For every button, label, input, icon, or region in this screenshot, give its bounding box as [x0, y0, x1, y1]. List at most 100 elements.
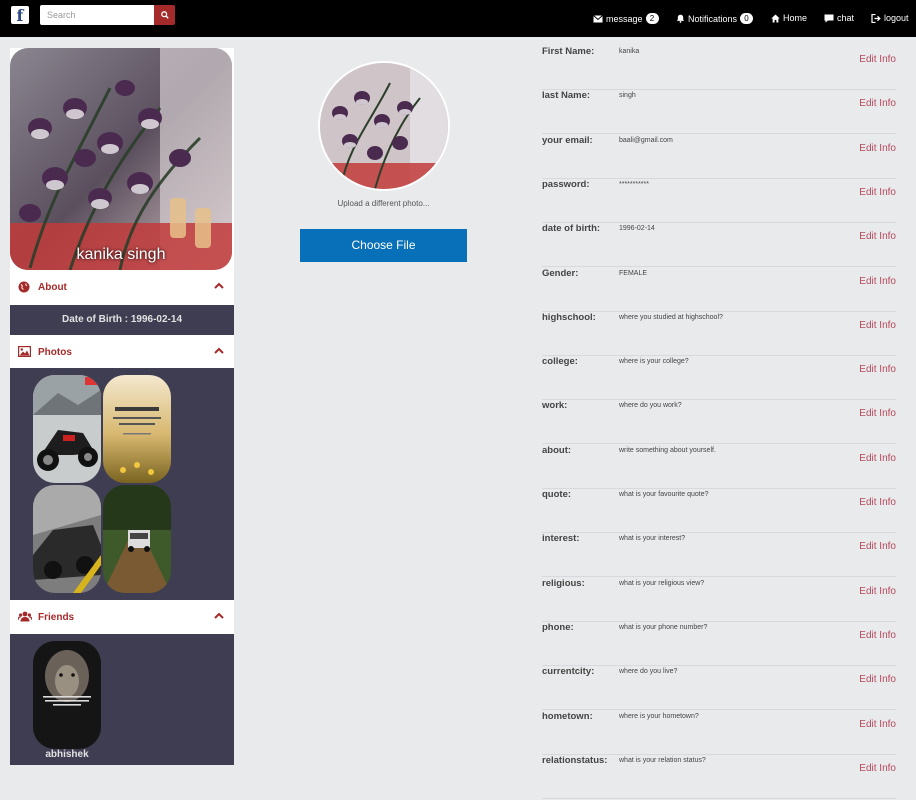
nav-logout[interactable]: logout [871, 13, 909, 23]
users-icon [18, 611, 32, 622]
edit-info-link[interactable]: Edit Info [859, 143, 896, 154]
photo-thumb-car-bw[interactable] [33, 485, 101, 593]
message-count-badge: 2 [645, 13, 659, 24]
info-value: where you studied at highschool? [619, 313, 723, 321]
friends-section-header[interactable]: Friends [10, 600, 234, 636]
nav-messages-label: message [606, 13, 643, 24]
info-label: phone: [542, 621, 574, 633]
edit-info-link[interactable]: Edit Info [859, 763, 896, 774]
info-value: FEMALE [619, 269, 648, 277]
info-label: college: [542, 356, 578, 368]
image-icon [18, 346, 31, 357]
info-row: phone: what is your phone number? Edit Inf… [542, 622, 896, 666]
edit-info-link[interactable]: Edit Info [859, 98, 896, 109]
info-row: Gender: FEMALE Edit Info [542, 268, 896, 312]
edit-info-link[interactable]: Edit Info [859, 231, 896, 242]
choose-file-button[interactable]: Choose File [300, 229, 467, 262]
comment-icon [824, 14, 834, 22]
notification-count-badge: 0 [740, 13, 754, 24]
photos-section-header[interactable]: Photos [10, 335, 234, 371]
nav-home[interactable]: Home [771, 13, 807, 23]
info-label: your email: [542, 134, 593, 146]
search-form [40, 5, 175, 25]
info-label: First Name: [542, 46, 595, 57]
logo[interactable]: f [11, 6, 29, 25]
info-value: 1996-02-14 [619, 225, 655, 233]
friend-avatar[interactable] [33, 641, 101, 749]
search-input[interactable] [40, 5, 154, 25]
friends-panel: abhishek [10, 634, 234, 765]
info-label: currentcity: [542, 666, 595, 678]
upload-photo-label: Upload a different photo... [337, 199, 430, 208]
info-value: what is your religious view? [619, 579, 705, 587]
info-label: password: [542, 178, 590, 190]
edit-info-link[interactable]: Edit Info [859, 187, 896, 198]
info-label: about: [542, 444, 572, 456]
info-value: baali@gmail.com [619, 136, 673, 144]
info-label: religious: [542, 577, 585, 589]
photo-thumb-quote[interactable] [103, 375, 171, 483]
info-value: what is your favourite quote? [619, 491, 709, 498]
search-button[interactable] [154, 5, 175, 25]
info-row: password: *********** Edit Info [542, 179, 896, 223]
friend-name[interactable]: abhishek [33, 749, 101, 760]
info-row: last Name: singh Edit Info [542, 90, 896, 135]
about-section-header[interactable]: About [10, 270, 234, 306]
info-value: kanika [619, 48, 640, 55]
chevron-up-icon[interactable] [214, 282, 224, 289]
profile-avatar [318, 61, 450, 191]
chevron-up-icon[interactable] [214, 347, 224, 354]
edit-info-link[interactable]: Edit Info [859, 453, 896, 464]
info-value: singh [619, 92, 636, 100]
edit-info-link[interactable]: Edit Info [859, 364, 896, 375]
about-title: About [38, 282, 67, 293]
chevron-up-icon[interactable] [214, 612, 224, 619]
info-value: where is your college? [619, 358, 689, 366]
envelope-icon [593, 14, 603, 22]
nav-notifications-label: Notifications [688, 13, 738, 24]
info-value: what is your phone number? [619, 623, 708, 631]
info-label: last Name: [542, 90, 591, 102]
globe-icon [18, 281, 30, 293]
edit-info-link[interactable]: Edit Info [859, 497, 896, 508]
info-value: write something about yourself. [619, 446, 716, 454]
edit-info-link[interactable]: Edit Info [859, 276, 896, 287]
photo-thumb-car-forest[interactable] [103, 485, 171, 593]
edit-info-link[interactable]: Edit Info [859, 54, 896, 65]
cover-photo: kanika singh [10, 48, 232, 270]
info-row: your email: baali@gmail.com Edit Info [542, 135, 896, 179]
edit-info-link[interactable]: Edit Info [859, 630, 896, 641]
edit-info-link[interactable]: Edit Info [859, 541, 896, 552]
info-label: work: [542, 400, 568, 412]
edit-info-link[interactable]: Edit Info [859, 408, 896, 419]
info-row: currentcity: where do you live? Edit Info [542, 666, 896, 711]
top-navbar: f message 2 Notifications 0 Home chat lo… [0, 0, 916, 37]
nav-notifications[interactable]: Notifications 0 [676, 13, 754, 24]
info-value: where is your hometown? [619, 712, 699, 720]
info-value: *********** [619, 180, 649, 188]
nav-chat-label: chat [837, 13, 855, 23]
photo-thumb-motorcycle[interactable] [33, 375, 101, 483]
date-of-birth-text: Date of Birth : 1996-02-14 [61, 314, 183, 325]
nav-logout-label: logout [884, 13, 909, 23]
profile-name: kanika singh [76, 246, 166, 263]
info-row: relationstatus: what is your relation sta… [542, 755, 896, 799]
info-row: college: where is your college? Edit Info [542, 356, 896, 401]
edit-info-link[interactable]: Edit Info [859, 586, 896, 597]
nav-chat[interactable]: chat [824, 13, 854, 23]
info-label: date of birth: [542, 223, 601, 235]
info-row: hometown: where is your hometown? Edit Inf… [542, 711, 896, 755]
edit-info-link[interactable]: Edit Info [859, 719, 896, 730]
info-label: Gender: [542, 267, 579, 279]
info-label: relationstatus: [542, 754, 608, 766]
about-panel: Date of Birth : 1996-02-14 [10, 305, 234, 335]
nav-messages[interactable]: message 2 [593, 13, 659, 24]
info-label: hometown: [542, 710, 593, 722]
home-icon [771, 13, 780, 23]
edit-info-link[interactable]: Edit Info [859, 674, 896, 685]
photos-title: Photos [38, 347, 72, 358]
bell-icon [676, 14, 685, 23]
edit-info-link[interactable]: Edit Info [859, 320, 896, 331]
logout-icon [871, 13, 881, 23]
info-label: quote: [542, 489, 572, 500]
